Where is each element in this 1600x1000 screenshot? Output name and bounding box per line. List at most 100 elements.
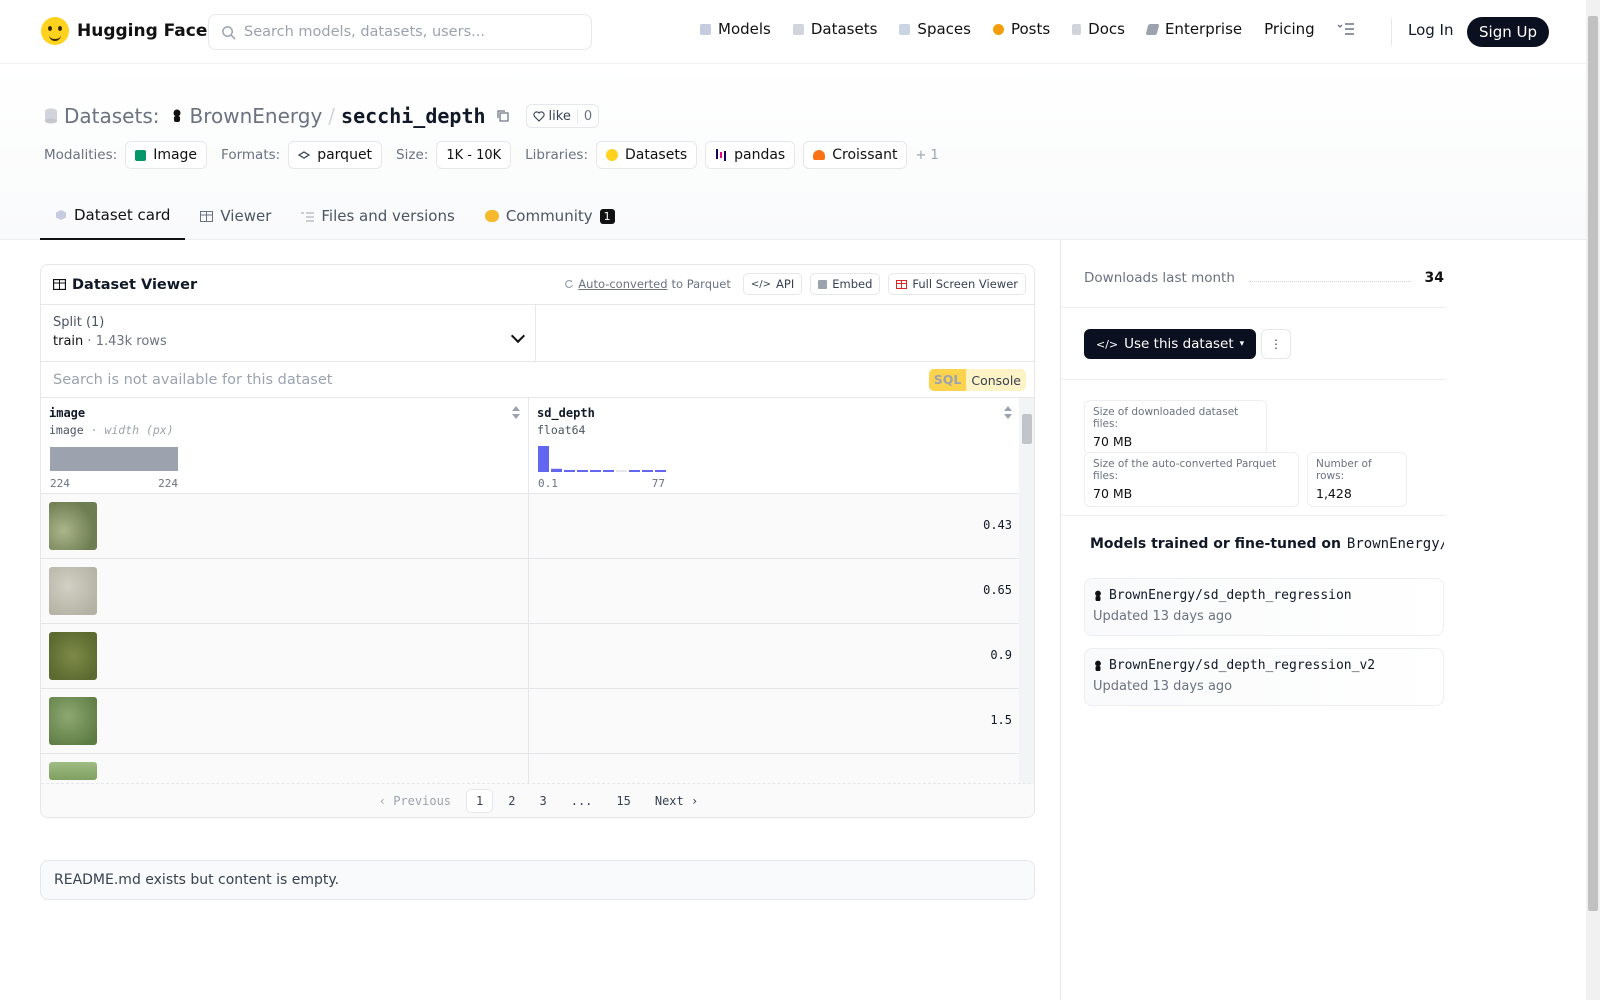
dataset-name[interactable]: secchi_depth xyxy=(341,104,486,128)
auto-converted-link[interactable]: Auto-converted xyxy=(578,277,667,291)
grid-scrollbar[interactable] xyxy=(1019,398,1034,784)
embed-button[interactable]: Embed xyxy=(810,273,881,295)
nav-spaces[interactable]: Spaces xyxy=(899,20,971,38)
like-button[interactable]: like 0 xyxy=(525,104,600,128)
table-row[interactable]: 1.5 xyxy=(41,689,1020,754)
chevron-down-icon: ▾ xyxy=(1239,339,1245,349)
nav-links: Models Datasets Spaces Posts Docs Enterp… xyxy=(700,20,1355,38)
split-label: Split (1) xyxy=(53,315,105,330)
full-screen-viewer-button[interactable]: Full Screen Viewer xyxy=(888,273,1026,295)
tab-dataset-card[interactable]: Dataset card xyxy=(40,198,186,240)
owner-link[interactable]: BrownEnergy xyxy=(189,104,322,128)
console-label: Console xyxy=(971,372,1021,388)
tab-community[interactable]: Community 1 xyxy=(470,198,630,240)
table-row[interactable] xyxy=(41,754,1020,784)
image-thumbnail[interactable] xyxy=(49,632,97,680)
image-thumbnail[interactable] xyxy=(49,567,97,615)
tag-format-parquet[interactable]: parquet xyxy=(288,141,383,169)
previous-label: Previous xyxy=(393,793,452,808)
downloaded-size-box: Size of downloaded dataset files: 70 MB xyxy=(1084,400,1267,455)
search-input[interactable] xyxy=(244,24,564,40)
nav-enterprise[interactable]: Enterprise xyxy=(1145,20,1242,38)
more-menu-button[interactable] xyxy=(1337,22,1355,36)
image-icon xyxy=(135,149,147,161)
tag-modality-image[interactable]: Image xyxy=(125,141,208,169)
image-thumbnail[interactable] xyxy=(49,502,97,550)
column-name: image xyxy=(49,406,86,420)
histogram-bar xyxy=(642,470,653,472)
sql-console-button[interactable]: SQL Console xyxy=(928,369,1026,391)
column-header-sd-depth[interactable]: sd_depth float64 0.1 77 xyxy=(529,398,1020,494)
sort-icon[interactable] xyxy=(1004,406,1012,420)
data-grid: image image · width (px) 224 224 sd_depth… xyxy=(41,398,1034,784)
libraries-label: Libraries: xyxy=(525,147,588,163)
column-header-image[interactable]: image image · width (px) 224 224 xyxy=(41,398,529,494)
next-page-button[interactable]: Next › xyxy=(646,790,707,812)
parquet-icon xyxy=(298,151,311,159)
page-3-button[interactable]: 3 xyxy=(530,790,555,812)
split-selector[interactable]: Split (1) train · 1.43k rows xyxy=(41,305,536,361)
image-thumbnail[interactable] xyxy=(49,697,97,745)
more-options-button[interactable]: ⋮ xyxy=(1261,329,1291,359)
image-thumbnail[interactable] xyxy=(49,762,97,780)
grid-icon xyxy=(899,23,911,35)
nav-posts[interactable]: Posts xyxy=(992,20,1050,38)
histogram-range: 0.1 77 xyxy=(538,477,665,490)
community-icon xyxy=(484,210,499,222)
histogram-bar xyxy=(603,470,614,472)
signup-button[interactable]: Sign Up xyxy=(1467,17,1549,47)
nav-docs[interactable]: Docs xyxy=(1072,20,1125,38)
model-card[interactable]: BrownEnergy/sd_depth_regression_v2 Updat… xyxy=(1084,648,1444,706)
table-row[interactable]: 0.65 xyxy=(41,559,1020,624)
section-label[interactable]: Datasets: xyxy=(64,104,159,128)
tag-modality-label: Image xyxy=(153,147,198,163)
tag-size[interactable]: 1K - 10K xyxy=(436,141,512,169)
previous-page-button[interactable]: ‹ Previous xyxy=(370,790,460,812)
tag-library-pandas[interactable]: pandas xyxy=(705,141,796,169)
nav-models[interactable]: Models xyxy=(700,20,771,38)
api-button[interactable]: </> API xyxy=(742,273,803,295)
brand-logo[interactable]: Hugging Face xyxy=(41,17,207,45)
owner-avatar-icon xyxy=(173,109,181,122)
histogram-bar xyxy=(629,470,640,472)
embed-label: Embed xyxy=(832,277,873,291)
range-min: 224 xyxy=(50,477,70,490)
table-row[interactable]: 0.9 xyxy=(41,624,1020,689)
model-card[interactable]: BrownEnergy/sd_depth_regression Updated … xyxy=(1084,578,1444,636)
nav-docs-label: Docs xyxy=(1088,20,1125,38)
hugging-face-logo-icon xyxy=(41,17,69,45)
auto-converted-rest: to Parquet xyxy=(671,277,731,291)
tab-viewer[interactable]: Viewer xyxy=(185,198,286,240)
split-rows: 1.43k rows xyxy=(95,334,167,349)
nav-datasets[interactable]: Datasets xyxy=(792,20,877,38)
database-icon xyxy=(792,23,804,35)
page-15-button[interactable]: 15 xyxy=(607,790,639,812)
tab-viewer-label: Viewer xyxy=(220,207,272,225)
column-name: sd_depth xyxy=(537,406,595,420)
page-scrollbar[interactable] xyxy=(1586,0,1600,1000)
tag-library-datasets[interactable]: Datasets xyxy=(596,141,698,169)
top-navbar: Hugging Face Models Datasets Spaces Post… xyxy=(0,0,1586,64)
cube-icon xyxy=(700,23,711,35)
sidebar-divider xyxy=(1061,307,1445,308)
login-link[interactable]: Log In xyxy=(1408,21,1454,39)
tab-files-and-versions[interactable]: Files and versions xyxy=(286,198,469,240)
copy-icon[interactable] xyxy=(496,109,510,123)
croissant-icon xyxy=(813,150,826,160)
page-1-button[interactable]: 1 xyxy=(466,788,494,813)
page-scrollbar-thumb[interactable] xyxy=(1588,16,1598,911)
sort-icon[interactable] xyxy=(512,406,520,420)
page-2-button[interactable]: 2 xyxy=(499,790,524,812)
split-dot: · xyxy=(87,334,92,349)
global-search[interactable] xyxy=(208,14,592,50)
table-row[interactable]: 0.43 xyxy=(41,494,1020,559)
more-libraries[interactable]: + 1 xyxy=(915,148,938,163)
nav-pricing[interactable]: Pricing xyxy=(1264,20,1315,38)
viewer-title: Dataset Viewer xyxy=(53,277,197,293)
use-this-dataset-button[interactable]: </> Use this dataset ▾ xyxy=(1084,329,1257,359)
modalities-label: Modalities: xyxy=(44,147,118,163)
tag-library-croissant[interactable]: Croissant xyxy=(803,141,908,169)
viewer-header: Dataset Viewer Auto-converted to Parquet… xyxy=(41,265,1034,305)
model-updated: Updated 13 days ago xyxy=(1093,679,1233,694)
scrollbar-thumb[interactable] xyxy=(1022,414,1032,444)
